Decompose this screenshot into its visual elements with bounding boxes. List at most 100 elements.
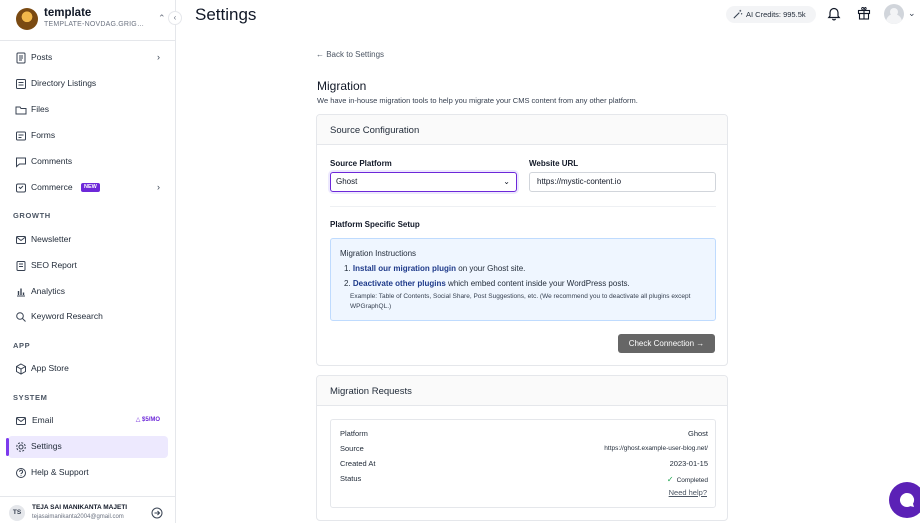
sidebar-item-app-store[interactable]: App Store — [8, 358, 168, 380]
section-system: SYSTEM — [13, 393, 48, 402]
chat-support-button[interactable] — [889, 482, 920, 518]
source-platform-label: Source Platform — [330, 159, 392, 168]
website-url-input[interactable]: https://mystic-content.io — [529, 172, 716, 192]
install-plugin-link[interactable]: Install our migration plugin — [353, 264, 456, 273]
comment-icon — [16, 157, 26, 168]
chat-bubble-icon — [899, 492, 915, 507]
need-help-link[interactable]: Need help? — [669, 488, 707, 497]
instruction-step-2: 2. Deactivate other plugins which embed … — [344, 279, 630, 288]
migration-request-item: Platform Ghost Source https://ghost.exampl… — [330, 419, 716, 508]
sidebar-item-email[interactable]: Email △ $5/MO — [8, 410, 168, 432]
back-to-settings-link[interactable]: ← Back to Settings — [316, 50, 384, 59]
sidebar-item-analytics[interactable]: Analytics — [8, 281, 168, 303]
sidebar-item-label: Directory Listings — [31, 78, 97, 88]
mail-icon — [16, 417, 26, 425]
check-connection-button[interactable]: Check Connection → — [618, 334, 715, 353]
sidebar-item-seo-report[interactable]: SEO Report — [8, 255, 168, 277]
sidebar-item-label: Files — [31, 104, 49, 114]
page-title: Settings — [195, 5, 257, 24]
source-platform-value: Ghost — [336, 177, 358, 186]
ai-credits-badge[interactable]: AI Credits: 995.5k — [726, 6, 816, 23]
request-row-status: Status ✓ Completed — [340, 474, 708, 484]
sidebar: template TEMPLATE-NOVDAG.GRIGOR... ⌃ Pos… — [0, 0, 176, 523]
sidebar-item-comments[interactable]: Comments — [8, 151, 168, 173]
card-title: Migration Requests — [330, 386, 412, 397]
sidebar-item-label: App Store — [31, 363, 69, 373]
ai-credits-text: AI Credits: 995.5k — [746, 10, 806, 19]
status-badge: Completed — [676, 477, 708, 484]
section-growth: GROWTH — [13, 211, 51, 220]
sidebar-item-directory-listings[interactable]: Directory Listings — [8, 73, 168, 95]
sidebar-item-label: Keyword Research — [31, 311, 103, 321]
card-header: Migration Requests — [317, 376, 727, 406]
chevron-down-icon[interactable]: ⌄ — [908, 8, 916, 19]
sidebar-item-posts[interactable]: Posts › — [8, 47, 168, 69]
chevron-up-down-icon: ⌃ — [158, 13, 166, 23]
sidebar-item-files[interactable]: Files — [8, 99, 168, 121]
chevron-right-icon: › — [157, 52, 160, 62]
search-icon — [16, 312, 26, 322]
logout-icon[interactable] — [151, 507, 163, 519]
sidebar-item-label: Newsletter — [31, 234, 72, 244]
website-url-label: Website URL — [529, 159, 579, 168]
sidebar-item-label: Commerce — [31, 182, 73, 192]
request-row-source: Source https://ghost.example-user-blog.ne… — [340, 444, 708, 453]
collapse-sidebar-button[interactable]: ‹ — [168, 11, 182, 25]
magic-wand-icon — [733, 9, 743, 19]
price-badge: △ $5/MO — [135, 417, 160, 423]
platform-setup-label: Platform Specific Setup — [330, 220, 420, 229]
instruction-step-1: 1. Install our migration plugin on your … — [344, 264, 526, 273]
migration-instructions-box: Migration Instructions 1. Install our mi… — [330, 238, 716, 321]
mail-icon — [16, 236, 26, 244]
gear-icon — [16, 442, 26, 452]
cart-icon — [16, 183, 26, 193]
check-icon: ✓ — [666, 475, 674, 484]
workspace-domain: TEMPLATE-NOVDAG.GRIGOR... — [44, 21, 148, 28]
migration-title: Migration — [317, 79, 367, 93]
card-header: Source Configuration — [317, 115, 727, 145]
sidebar-item-settings[interactable]: Settings — [6, 436, 168, 458]
sidebar-item-forms[interactable]: Forms — [8, 125, 168, 147]
list-icon — [16, 79, 26, 89]
migration-description: We have in-house migration tools to help… — [317, 96, 638, 105]
sidebar-item-commerce[interactable]: Commerce NEW › — [8, 177, 168, 199]
workspace-logo — [16, 8, 38, 30]
workspace-switcher[interactable]: template TEMPLATE-NOVDAG.GRIGOR... ⌃ — [8, 6, 176, 34]
sidebar-item-label: Comments — [31, 156, 73, 166]
bar-chart-icon — [17, 288, 25, 297]
document-icon — [16, 52, 26, 64]
user-profile[interactable]: TS TEJA SAI MANIKANTA MAJETI tejasaimani… — [0, 496, 176, 523]
cube-icon — [16, 363, 26, 375]
sidebar-item-help-support[interactable]: Help & Support — [8, 462, 168, 484]
divider — [330, 206, 716, 207]
avatar: TS — [9, 505, 25, 521]
sidebar-item-label: Forms — [31, 130, 56, 140]
profile-avatar[interactable] — [884, 4, 904, 24]
request-row-created-at: Created At 2023-01-15 — [340, 459, 708, 468]
instructions-title: Migration Instructions — [340, 249, 417, 258]
source-platform-select[interactable]: Ghost ⌄ — [330, 172, 517, 192]
chevron-down-icon: ⌄ — [503, 177, 510, 186]
workspace-name: template — [44, 7, 92, 19]
new-badge: NEW — [81, 183, 100, 192]
help-icon — [16, 468, 26, 478]
request-row-platform: Platform Ghost — [340, 429, 708, 438]
divider — [0, 40, 176, 41]
folder-icon — [15, 106, 27, 115]
sidebar-item-newsletter[interactable]: Newsletter — [8, 229, 168, 251]
form-icon — [16, 131, 26, 141]
sidebar-item-keyword-research[interactable]: Keyword Research — [8, 306, 168, 328]
gift-icon[interactable] — [857, 6, 871, 20]
bell-icon[interactable] — [827, 7, 841, 21]
user-name: TEJA SAI MANIKANTA MAJETI — [32, 504, 128, 511]
chevron-right-icon: › — [157, 182, 160, 192]
migration-requests-card: Migration Requests Platform Ghost Source h… — [316, 375, 728, 521]
sidebar-item-label: Help & Support — [31, 467, 89, 477]
source-configuration-card: Source Configuration Source Platform Gho… — [316, 114, 728, 366]
sidebar-item-label: Posts — [31, 52, 53, 62]
sidebar-item-label: Settings — [31, 441, 62, 451]
sidebar-item-label: Analytics — [31, 286, 66, 296]
sidebar-item-label: SEO Report — [31, 260, 77, 270]
user-email: tejasaimanikanta2004@gmail.com — [32, 514, 124, 520]
sidebar-item-label: Email — [32, 415, 54, 425]
